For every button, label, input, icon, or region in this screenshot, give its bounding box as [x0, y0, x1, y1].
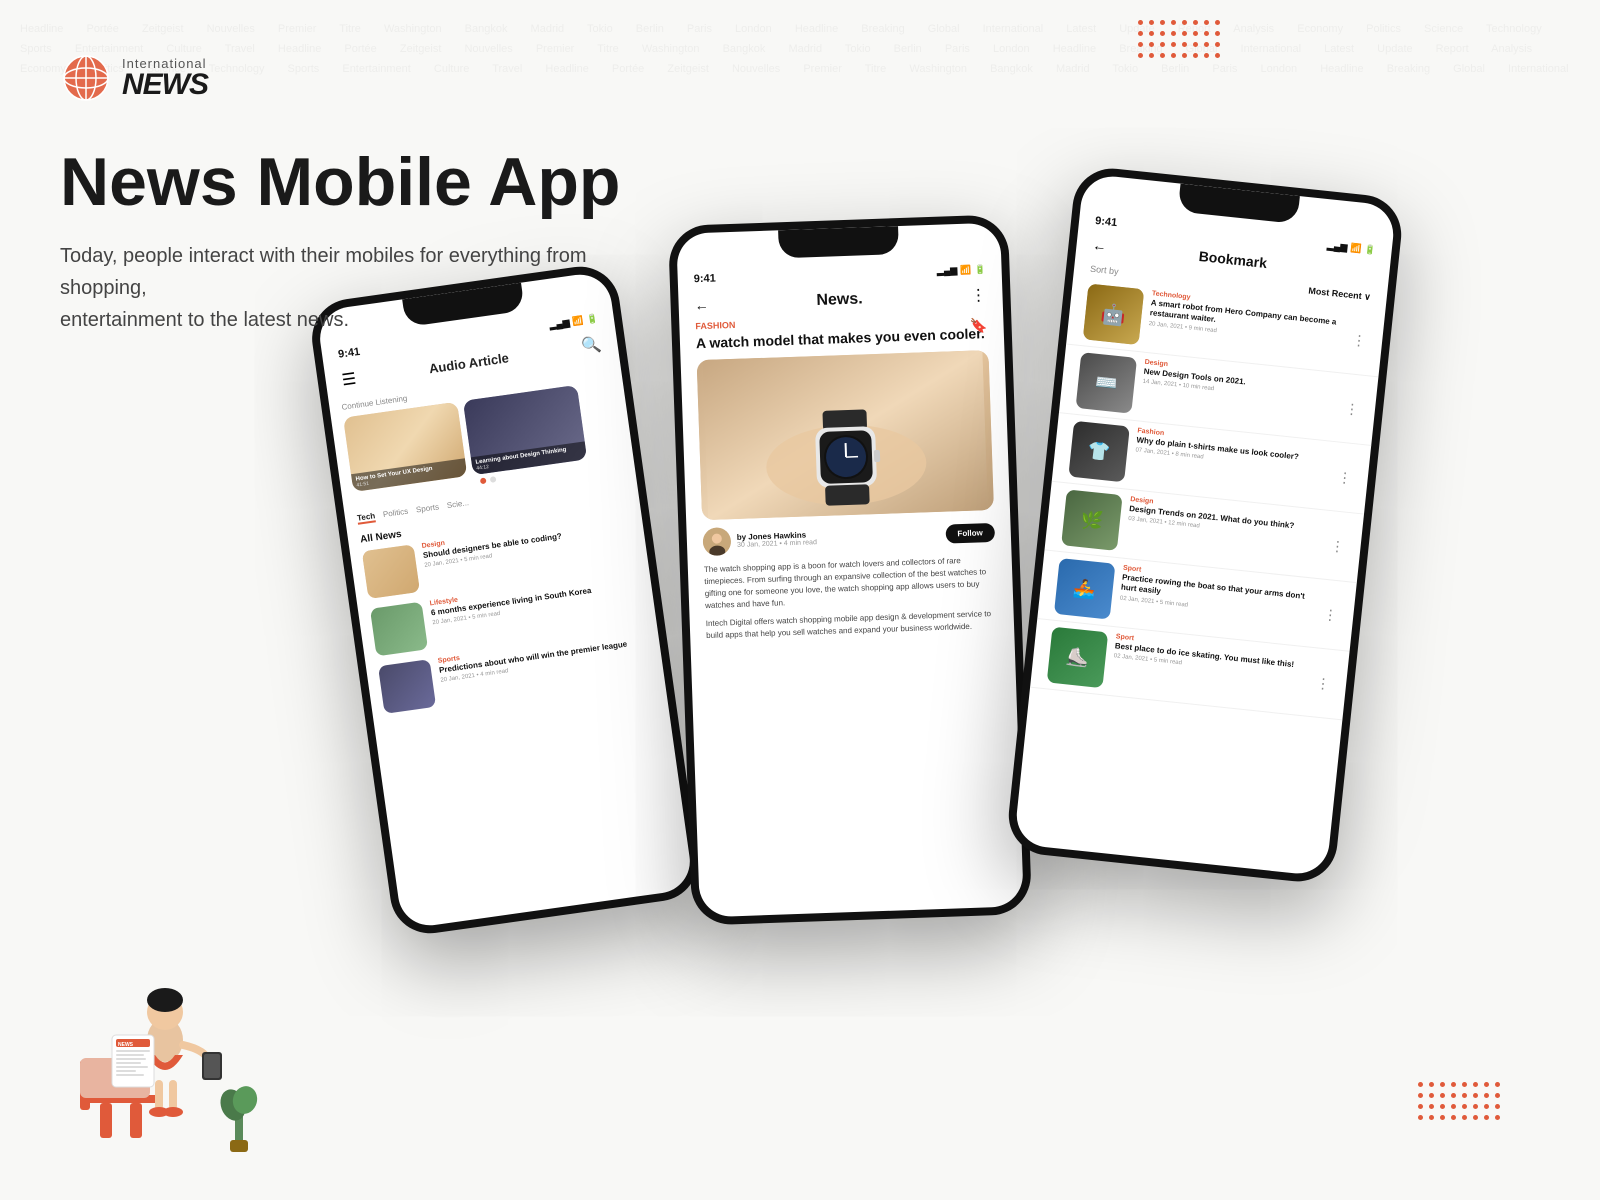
phone-right-screen: 9:41 ▂▄▆ 📶 🔋 ← Bookmark Sort by [1014, 173, 1397, 876]
bm-thumb-3: 👕 [1068, 421, 1130, 483]
hamburger-icon[interactable]: ☰ [340, 369, 357, 391]
search-icon[interactable]: 🔍 [580, 334, 603, 357]
phone-center-screen: 9:41 ▂▄▆ 📶 🔋 ← News. ⋮ FASHION A wat [676, 223, 1024, 918]
phone-center: 9:41 ▂▄▆ 📶 🔋 ← News. ⋮ FASHION A wat [668, 214, 1032, 925]
author-avatar [702, 527, 731, 556]
news-thumb-3 [378, 659, 436, 714]
status-icons-center: ▂▄▆ 📶 🔋 [937, 264, 986, 277]
phone-left: 9:41 ▂▄▆ 📶 🔋 ☰ Audio Article 🔍 Continue … [307, 262, 703, 939]
back-arrow-icon[interactable]: ← [694, 297, 709, 313]
author-info: by Jones Hawkins 30 Jan, 2021 • 4 min re… [702, 524, 817, 556]
audio-card-1[interactable]: How to Set Your UX Design 41:51 [343, 402, 467, 492]
bm-thumb-1: 🤖 [1083, 284, 1145, 346]
article-body: The watch shopping app is a boon for wat… [688, 554, 1015, 643]
logo[interactable]: International NEWS [60, 52, 208, 104]
bm-thumb-6: ⛸️ [1047, 627, 1109, 689]
bm-thumb-5: 🚣 [1054, 558, 1116, 620]
bm-thumb-2: ⌨️ [1076, 352, 1138, 414]
all-news-section: All News Design Should designers be able… [347, 491, 666, 729]
more-options-icon-2[interactable]: ⋮ [1344, 400, 1360, 418]
audio-card-2[interactable]: Learning about Design Thinking 44:12 [463, 385, 587, 475]
logo-news-text: NEWS [122, 70, 208, 100]
hero-subtitle: Today, people interact with their mobile… [60, 240, 660, 336]
hero-section: News Mobile App Today, people interact w… [60, 145, 660, 336]
phone-right: 9:41 ▂▄▆ 📶 🔋 ← Bookmark Sort by [1005, 165, 1405, 886]
illustration: NEWS [50, 940, 280, 1170]
more-options-icon-3[interactable]: ⋮ [1337, 468, 1353, 486]
more-options-icon-1[interactable]: ⋮ [1351, 331, 1367, 349]
more-options-icon-4[interactable]: ⋮ [1330, 537, 1346, 555]
follow-button[interactable]: Follow [945, 523, 995, 544]
svg-text:NEWS: NEWS [118, 1042, 134, 1048]
globe-icon [60, 52, 112, 104]
phone-notch-center [778, 226, 899, 258]
bookmark-icon[interactable]: 🔖 [970, 317, 988, 335]
more-options-icon[interactable]: ⋮ [970, 285, 987, 306]
phone-left-screen: 9:41 ▂▄▆ 📶 🔋 ☰ Audio Article 🔍 Continue … [316, 271, 694, 930]
more-options-icon-6[interactable]: ⋮ [1315, 674, 1331, 692]
chevron-down-icon: ∨ [1364, 291, 1372, 302]
article-image [697, 350, 994, 520]
bm-thumb-4: 🌿 [1061, 489, 1123, 551]
status-icons-right: ▂▄▆ 📶 🔋 [1327, 240, 1377, 256]
news-thumb-1 [362, 544, 420, 599]
news-thumb-2 [370, 602, 428, 657]
more-options-icon-5[interactable]: ⋮ [1322, 605, 1338, 623]
hero-title: News Mobile App [60, 145, 660, 220]
